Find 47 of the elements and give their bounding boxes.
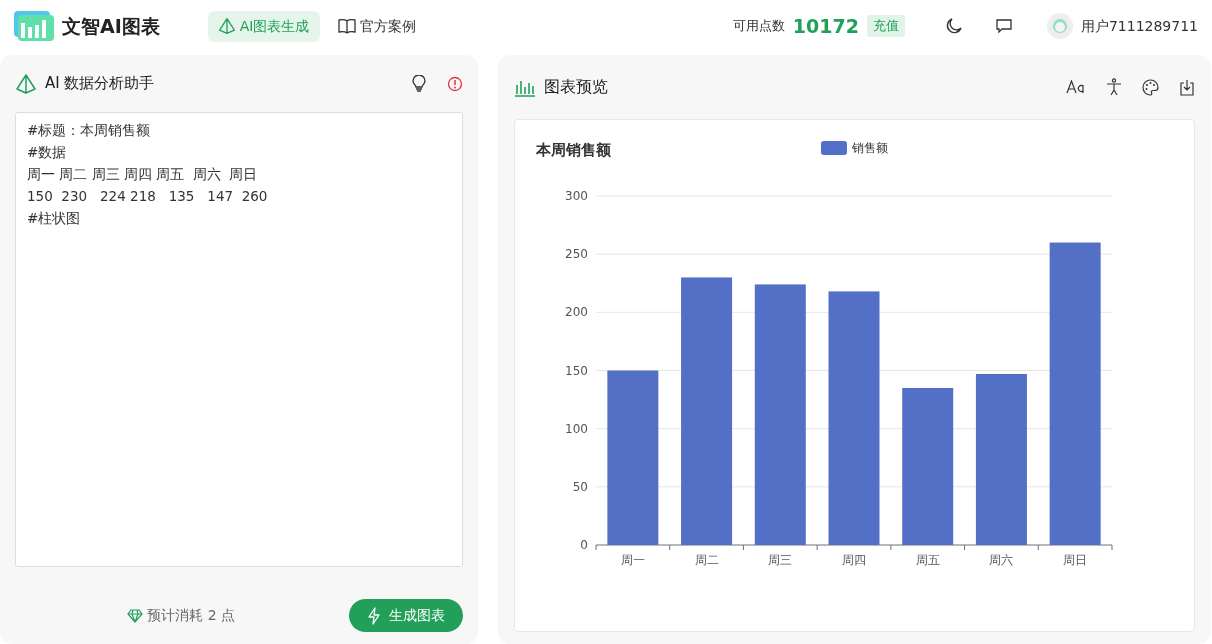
book-icon xyxy=(337,18,356,34)
palette-icon[interactable] xyxy=(1142,78,1159,96)
recharge-button[interactable]: 充值 xyxy=(866,15,905,37)
user-name: 用户7111289711 xyxy=(1080,16,1198,36)
data-input-field[interactable]: #标题：本周销售额 #数据 周一 周二 周三 周四 周五 周六 周日 150 230 224 218 135 147 260 #柱状图 xyxy=(15,112,463,567)
y-axis-label: 150 xyxy=(565,363,588,378)
moon-icon[interactable] xyxy=(944,17,963,35)
diamond-icon xyxy=(127,608,144,623)
panel-title: 图表预览 xyxy=(544,76,608,98)
y-axis-label: 300 xyxy=(565,189,588,203)
nav-tab[interactable]: AI图表生成 xyxy=(207,10,320,42)
x-axis-label: 周日 xyxy=(1063,553,1088,567)
chat-icon[interactable] xyxy=(994,17,1013,35)
lightbulb-icon[interactable] xyxy=(411,74,427,93)
font-icon[interactable] xyxy=(1066,79,1086,95)
pyramid-icon xyxy=(15,72,37,95)
input-text-line: #柱状图 xyxy=(27,209,82,228)
legend-label: 销售额 xyxy=(852,141,888,155)
input-text-line: #数据 xyxy=(27,143,68,162)
pyramid-icon xyxy=(217,17,236,35)
points-label: 可用点数 xyxy=(732,17,785,36)
y-axis-label: 200 xyxy=(565,305,588,320)
cost-text: 预计消耗 2 点 xyxy=(147,606,235,625)
x-axis-label: 周二 xyxy=(694,553,719,567)
app-title: 文智AI图表 xyxy=(62,13,160,39)
info-icon[interactable] xyxy=(447,75,463,92)
chart-title: 本周销售额 xyxy=(536,141,611,159)
input-text-line: #标题：本周销售额 xyxy=(27,121,152,140)
logo-icon xyxy=(14,11,54,41)
download-icon[interactable] xyxy=(1179,78,1195,96)
lightning-icon xyxy=(367,606,381,625)
x-axis-label: 周六 xyxy=(989,553,1014,567)
nav-tab[interactable]: 官方案例 xyxy=(327,10,426,42)
input-text-line: 150 230 224 218 135 147 260 xyxy=(27,187,269,206)
y-axis-label: 50 xyxy=(572,479,588,494)
panel-title: AI 数据分析助手 xyxy=(45,73,155,95)
x-axis-label: 周五 xyxy=(915,553,940,567)
x-axis-label: 周三 xyxy=(768,553,793,567)
x-axis-label: 周四 xyxy=(842,553,866,567)
generate-chart-button[interactable]: 生成图表 xyxy=(349,599,463,632)
x-axis-label: 周一 xyxy=(620,553,645,567)
accessibility-icon[interactable] xyxy=(1106,78,1122,96)
points-value: 10172 xyxy=(792,13,859,39)
y-axis-label: 100 xyxy=(565,421,588,436)
input-text-line: 周一 周二 周三 周四 周五 周六 周日 xyxy=(27,165,259,184)
y-axis-label: 250 xyxy=(565,247,588,262)
y-axis-label: 0 xyxy=(580,538,588,552)
